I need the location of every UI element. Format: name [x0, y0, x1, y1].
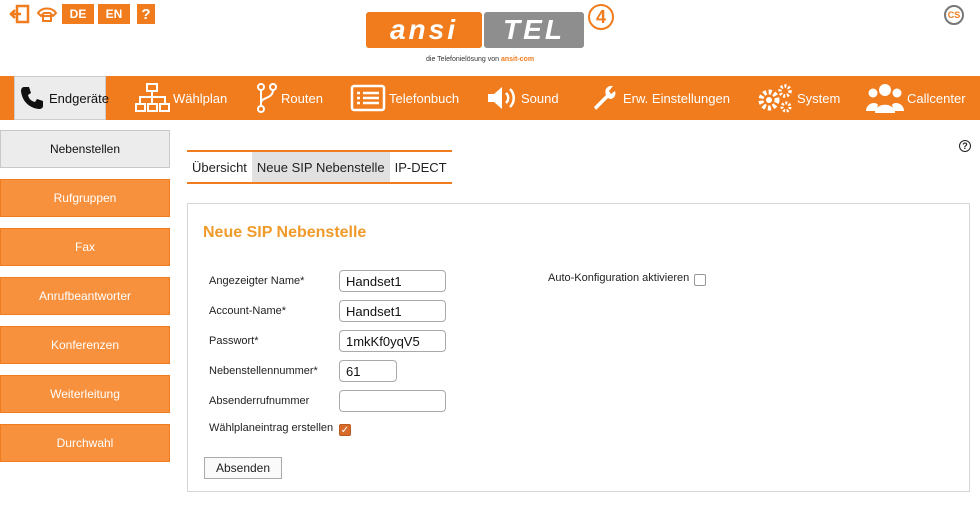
main-nav: Endgeräte Wählplan Routen Telefonbuch So…: [0, 76, 980, 120]
nav-item-sound[interactable]: Sound: [486, 76, 559, 120]
caller-number-input[interactable]: [339, 390, 446, 412]
dialplan-entry-checkbox[interactable]: ✓: [339, 424, 351, 436]
account-name-label: Account-Name*: [209, 305, 287, 317]
sidebar-item-fax[interactable]: Fax: [0, 228, 170, 266]
nav-label: System: [797, 90, 841, 106]
sidebar-item-nebenstellen[interactable]: Nebenstellen: [0, 130, 170, 168]
gears-icon: [756, 82, 794, 114]
nav-item-callcenter[interactable]: Callcenter: [866, 76, 966, 120]
nav-item-routen[interactable]: Routen: [256, 76, 323, 120]
sidebar-item-konferenzen[interactable]: Konferenzen: [0, 326, 170, 364]
nav-label: Wählplan: [173, 90, 228, 106]
cs-logo-icon: CS: [944, 5, 964, 25]
help-button[interactable]: ?: [137, 4, 155, 24]
nav-item-endgeraete[interactable]: Endgeräte: [14, 76, 109, 120]
nav-label: Sound: [521, 90, 559, 106]
caller-number-label: Absenderrufnummer: [209, 395, 310, 407]
nav-label: Endgeräte: [49, 90, 109, 106]
nav-label: Telefonbuch: [389, 90, 460, 106]
extension-label: Nebenstellennummer*: [209, 365, 318, 377]
logo-version: 4: [588, 4, 614, 30]
nav-label: Erw. Einstellungen: [623, 90, 730, 106]
list-icon: [350, 84, 386, 112]
tagline-brand: ansit-com: [501, 56, 535, 63]
display-name-label: Angezeigter Name*: [209, 275, 305, 287]
nav-item-erw-einstellungen[interactable]: Erw. Einstellungen: [590, 76, 730, 120]
form-panel: Neue SIP Nebenstelle Angezeigter Name* A…: [187, 203, 970, 492]
nav-item-waehlplan[interactable]: Wählplan: [134, 76, 227, 120]
tab-ip-dect[interactable]: IP-DECT: [390, 152, 452, 182]
nav-item-system[interactable]: System: [756, 76, 840, 120]
ansitel-logo: ansi TEL 4 die Telefonielösung von ansit…: [364, 4, 620, 70]
auto-config-label: Auto-Konfiguration aktivieren: [548, 272, 690, 284]
password-label: Passwort*: [209, 335, 259, 347]
dialplan-entry-label: Wählplaneintrag erstellen: [209, 422, 334, 434]
account-name-input[interactable]: [339, 300, 446, 322]
display-name-input[interactable]: [339, 270, 446, 292]
nav-label: Callcenter: [907, 90, 966, 106]
wrench-icon: [590, 83, 620, 113]
speaker-icon: [486, 84, 518, 112]
tab-neue-sip-nebenstelle[interactable]: Neue SIP Nebenstelle: [251, 152, 390, 182]
lang-en-button[interactable]: EN: [98, 4, 130, 24]
help-icon[interactable]: ?: [959, 140, 971, 152]
nav-label: Routen: [281, 90, 323, 106]
top-bar: DE EN ? ansi TEL 4 die Telefonielösung v…: [0, 0, 980, 76]
form-title: Neue SIP Nebenstelle: [203, 224, 367, 241]
submit-button[interactable]: Absenden: [204, 457, 282, 479]
tagline-prefix: die Telefonielösung von: [426, 56, 500, 63]
route-icon: [256, 83, 278, 113]
sidebar-item-durchwahl[interactable]: Durchwahl: [0, 424, 170, 462]
tab-bar: Übersicht Neue SIP Nebenstelle IP-DECT: [187, 150, 452, 184]
users-icon: [866, 81, 904, 115]
lang-de-button[interactable]: DE: [62, 4, 94, 24]
sidebar-item-anrufbeantworter[interactable]: Anrufbeantworter: [0, 277, 170, 315]
logo-tel: TEL: [484, 12, 584, 48]
auto-config-checkbox[interactable]: [694, 274, 706, 286]
extension-input[interactable]: [339, 360, 397, 382]
sidebar-item-rufgruppen[interactable]: Rufgruppen: [0, 179, 170, 217]
phone-icon: [18, 84, 46, 112]
logo-tagline: die Telefonielösung von ansit-com: [426, 56, 534, 63]
sitemap-icon: [134, 82, 170, 114]
sidebar-item-weiterleitung[interactable]: Weiterleitung: [0, 375, 170, 413]
phone-hangup-icon[interactable]: [36, 4, 58, 24]
tab-uebersicht[interactable]: Übersicht: [187, 152, 252, 182]
nav-item-telefonbuch[interactable]: Telefonbuch: [350, 76, 459, 120]
logout-icon[interactable]: [9, 4, 31, 24]
password-input[interactable]: [339, 330, 446, 352]
logo-ansi: ansi: [366, 12, 482, 48]
